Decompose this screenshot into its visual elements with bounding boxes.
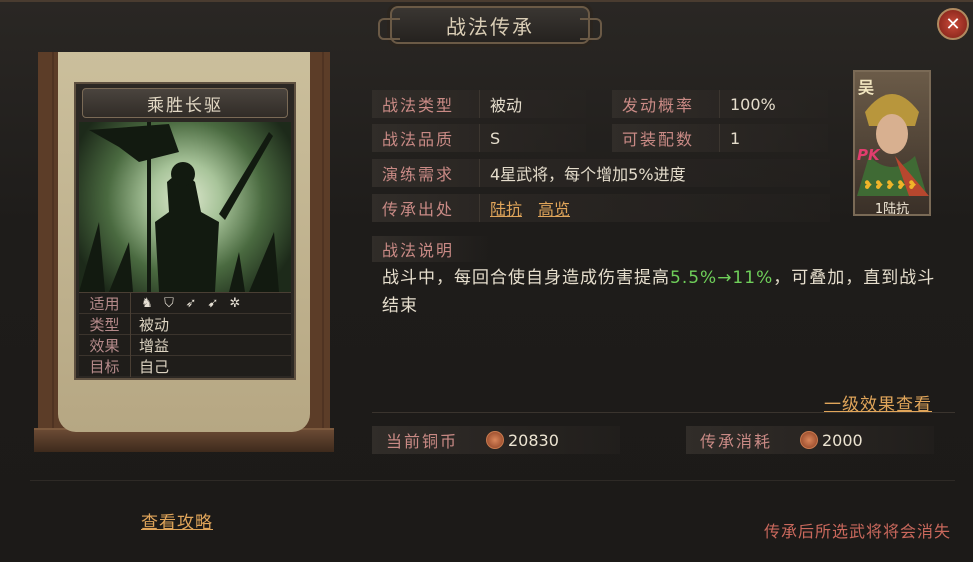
quality-value: S xyxy=(480,124,586,152)
stat-key: 适用 xyxy=(79,292,131,314)
stat-row-applicable: 适用 ♞ ⛉ ➶ ➹ ✲ xyxy=(79,292,291,314)
guide-link[interactable]: 查看攻略 xyxy=(141,508,213,533)
current-coins-label: 当前铜币 xyxy=(372,426,480,454)
faction-badge: 吴 xyxy=(858,78,875,97)
skill-stats: 适用 ♞ ⛉ ➶ ➹ ✲ 类型 被动 效果 增益 目标 自己 xyxy=(79,292,291,377)
stat-row-effect: 效果 增益 xyxy=(79,334,291,356)
stat-value: 被动 xyxy=(139,315,170,334)
current-coins-row: 当前铜币 20830 xyxy=(372,426,620,454)
info-row-train: 演练需求 4星武将，每个增加5%进度 xyxy=(372,159,830,187)
warrior-banner-silhouette-icon xyxy=(79,122,279,292)
copper-coin-icon xyxy=(486,431,504,449)
trigger-label: 发动概率 xyxy=(612,90,720,118)
info-row-trigger: 发动概率 100% xyxy=(612,90,828,118)
description-text: 战斗中，每回合使自身造成伤害提高5.5%→11%，可叠加，直到战斗结束 xyxy=(382,268,936,316)
cavalry-icon: ♞ xyxy=(141,295,153,311)
stat-key: 效果 xyxy=(79,334,131,356)
info-row-quality: 战法品质 S xyxy=(372,124,586,152)
current-coins-value: 20830 xyxy=(480,426,620,454)
pk-badge: PK xyxy=(857,146,880,164)
train-label: 演练需求 xyxy=(372,159,480,187)
general-name: 1陆抗 xyxy=(874,202,910,216)
warning-text: 传承后所选武将将会消失 xyxy=(763,522,951,541)
close-icon: ✕ xyxy=(945,13,961,35)
cost-label: 传承消耗 xyxy=(686,426,794,454)
shield-icon: ⛉ xyxy=(164,295,174,311)
cost-coins-row: 传承消耗 2000 xyxy=(686,426,934,454)
source-link-lukang[interactable]: 陆抗 xyxy=(490,196,522,220)
stat-row-target: 目标 自己 xyxy=(79,356,291,377)
bow-icon: ➶ xyxy=(185,295,197,311)
equip-value: 1 xyxy=(720,124,828,152)
wheel-icon: ✲ xyxy=(229,295,241,311)
stat-value: 增益 xyxy=(139,336,170,355)
divider xyxy=(372,412,955,413)
train-value: 4星武将，每个增加5%进度 xyxy=(480,159,830,187)
stat-key: 目标 xyxy=(79,356,131,377)
source-links: 陆抗 高览 xyxy=(480,194,830,222)
stat-value: 自己 xyxy=(139,358,170,376)
trigger-value: 100% xyxy=(720,90,828,118)
stat-key: 类型 xyxy=(79,313,131,335)
source-link-gaolan[interactable]: 高览 xyxy=(538,196,570,220)
info-row-source: 传承出处 陆抗 高览 xyxy=(372,194,830,222)
skill-art xyxy=(79,122,291,292)
copper-coin-icon xyxy=(800,431,818,449)
info-row-type: 战法类型 被动 xyxy=(372,90,586,118)
troop-icons: ♞ ⛉ ➶ ➹ ✲ xyxy=(131,295,243,311)
quality-label: 战法品质 xyxy=(372,124,480,152)
general-portrait[interactable]: 吴 PK ❥❥❥❥❥ 1陆抗 xyxy=(853,70,931,216)
dialog-title: 战法传承 xyxy=(378,6,602,44)
source-label: 传承出处 xyxy=(372,194,480,222)
skill-card[interactable]: 乘胜长驱 适用 ♞ ⛉ ➶ ➹ ✲ 类型 被动 效果 增益 目标 自己 xyxy=(74,82,296,380)
close-button[interactable]: ✕ xyxy=(937,8,969,40)
equip-label: 可装配数 xyxy=(612,124,720,152)
type-value: 被动 xyxy=(480,90,586,118)
stat-row-type: 类型 被动 xyxy=(79,313,291,335)
description-title: 战法说明 xyxy=(372,236,492,262)
bottom-separator xyxy=(30,480,955,481)
info-row-equip: 可装配数 1 xyxy=(612,124,828,152)
spear-icon: ➹ xyxy=(207,295,219,311)
type-label: 战法类型 xyxy=(372,90,480,118)
cost-value: 2000 xyxy=(794,426,934,454)
skill-name: 乘胜长驱 xyxy=(82,88,288,118)
damage-highlight: 5.5%→11% xyxy=(670,268,774,288)
star-rating: ❥❥❥❥❥ xyxy=(863,178,919,192)
